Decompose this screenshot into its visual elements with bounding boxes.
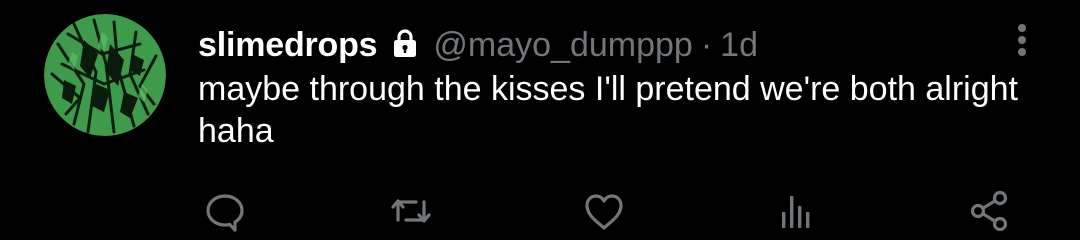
more-options-icon[interactable] (1008, 20, 1036, 60)
retweet-button[interactable] (388, 188, 434, 234)
analytics-button[interactable] (774, 188, 820, 234)
bar-chart-icon (782, 196, 810, 228)
user-handle[interactable]: @mayo_dumppp (433, 26, 692, 65)
share-button[interactable] (966, 188, 1012, 234)
display-name[interactable]: slimedrops (198, 26, 378, 65)
lock-icon (389, 27, 421, 59)
avatar-image (44, 14, 166, 136)
tweet-header: slimedrops @mayo_dumppp · 1d (198, 20, 758, 70)
tweet-text: maybe through the kisses I'll pretend we… (198, 70, 1018, 150)
reply-button[interactable] (202, 188, 248, 234)
share-nodes-icon (970, 190, 1008, 232)
tweet-card[interactable]: slimedrops @mayo_dumppp · 1d maybe throu… (0, 0, 1080, 240)
separator-dot: · (700, 25, 713, 64)
tweet-timestamp[interactable]: 1d (720, 26, 758, 65)
comment-bubble-icon (206, 194, 244, 232)
retweet-arrows-icon (391, 199, 431, 223)
like-button[interactable] (581, 188, 627, 234)
heart-icon (585, 194, 623, 230)
avatar[interactable] (44, 14, 166, 136)
tweet-actions (0, 188, 1080, 234)
